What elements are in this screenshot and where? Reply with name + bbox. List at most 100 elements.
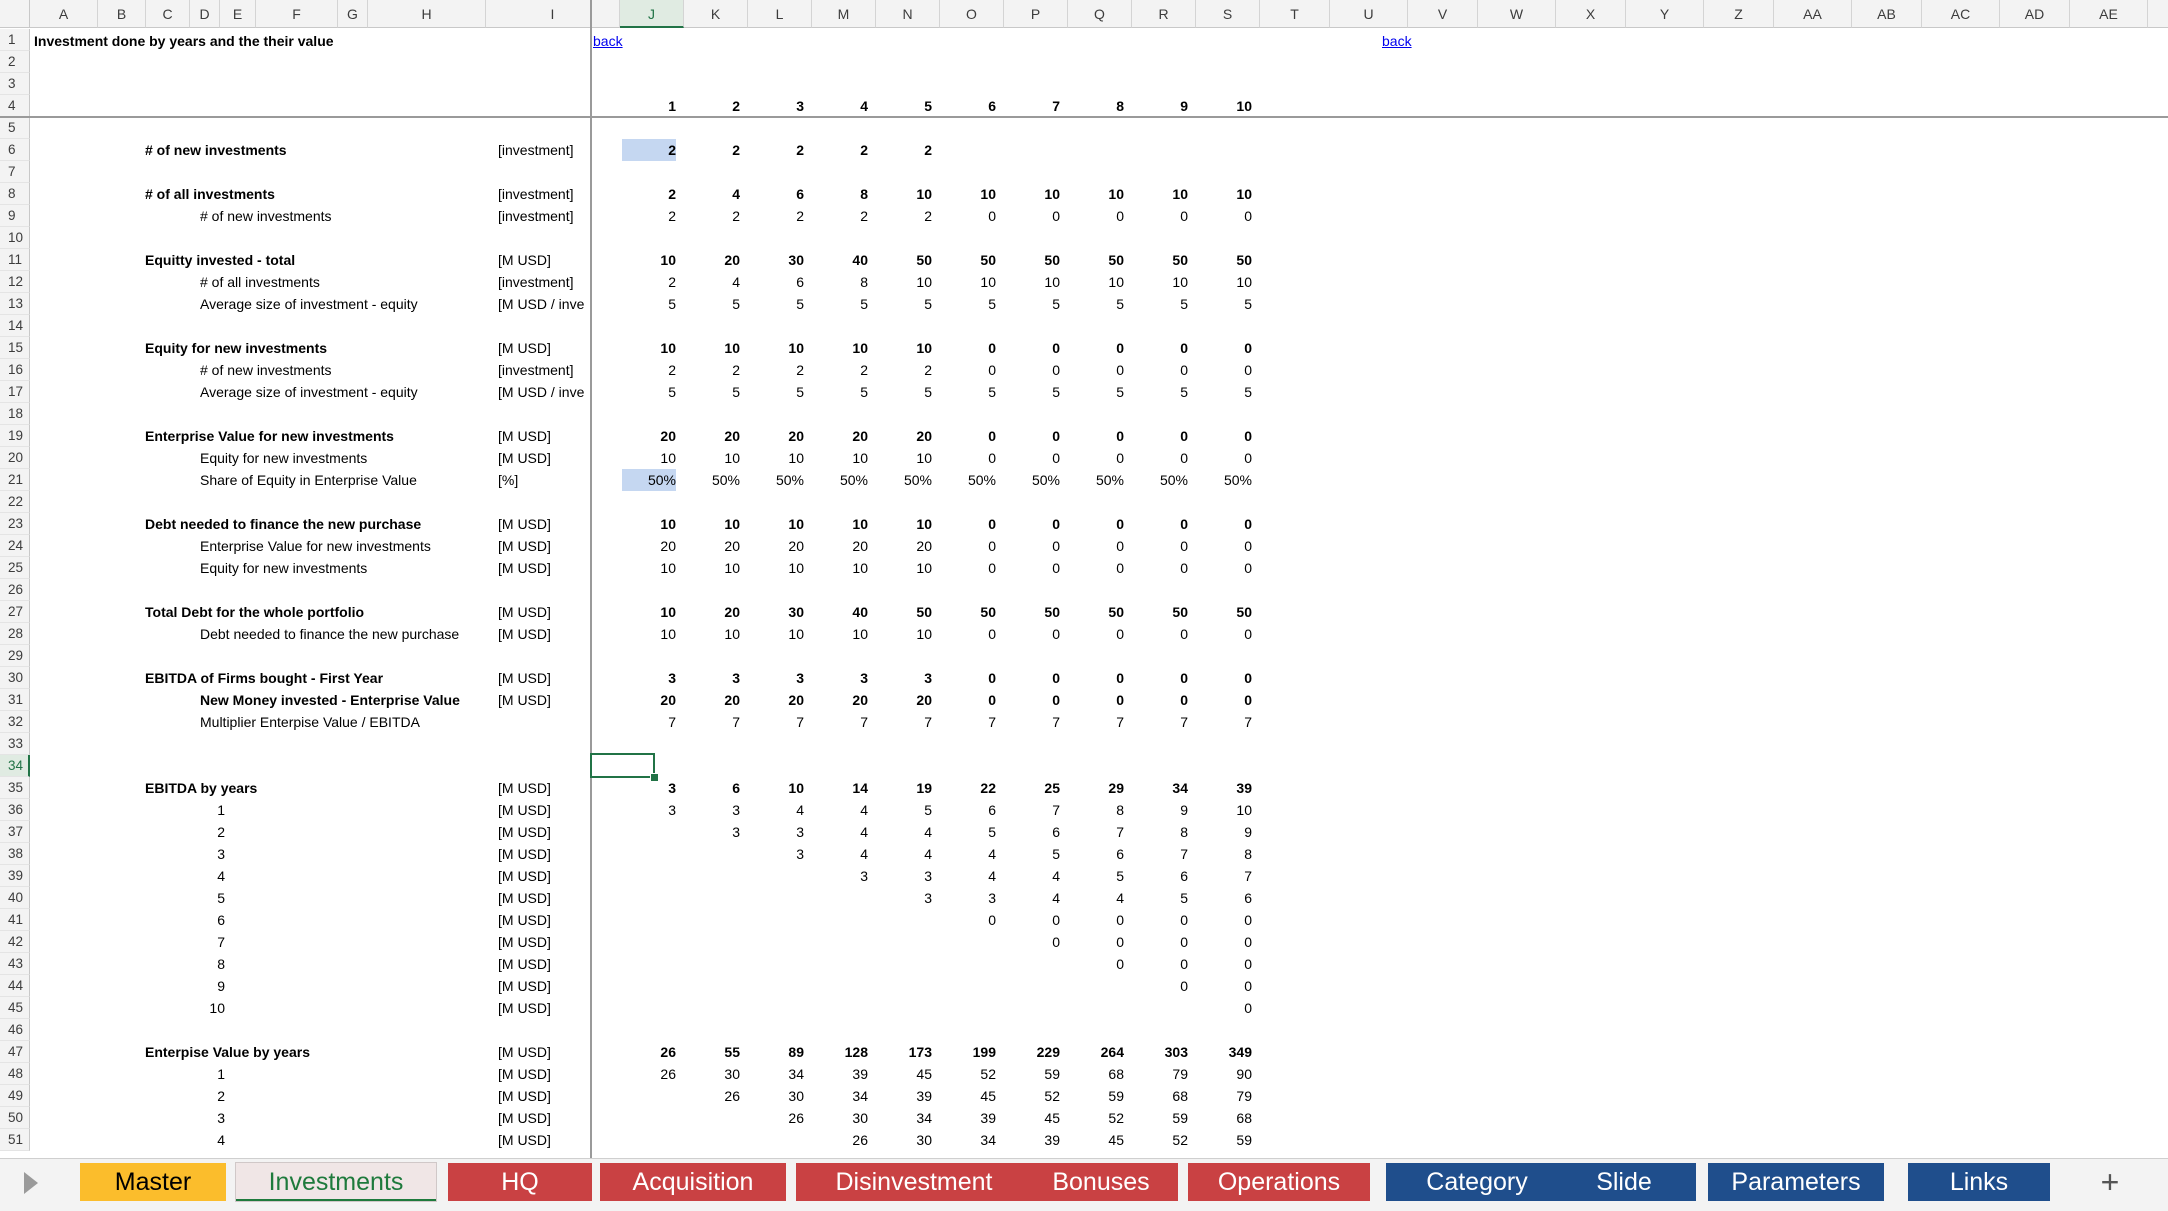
- cell-O24[interactable]: 0: [940, 535, 996, 557]
- cell-K8[interactable]: 4: [684, 183, 740, 205]
- cell-S43[interactable]: 0: [1196, 953, 1252, 975]
- row-header-32[interactable]: 32: [0, 711, 30, 733]
- column-header-X[interactable]: X: [1556, 0, 1626, 28]
- cell-O32[interactable]: 7: [940, 711, 996, 733]
- cell-L21[interactable]: 50%: [748, 469, 804, 491]
- cell-M28[interactable]: 10: [812, 623, 868, 645]
- column-header-W[interactable]: W: [1478, 0, 1556, 28]
- cell-K23[interactable]: 10: [684, 513, 740, 535]
- cell-N11[interactable]: 50: [876, 249, 932, 271]
- cell-K24[interactable]: 20: [684, 535, 740, 557]
- cell-S11[interactable]: 50: [1196, 249, 1252, 271]
- cell-M17[interactable]: 5: [812, 381, 868, 403]
- cell-S27[interactable]: 50: [1196, 601, 1252, 623]
- sheet-tab-disinvestment[interactable]: Disinvestment: [796, 1163, 1032, 1201]
- cell-K6[interactable]: 2: [684, 139, 740, 161]
- row-header-48[interactable]: 48: [0, 1063, 30, 1085]
- cell-O35[interactable]: 22: [940, 777, 996, 799]
- row-header-33[interactable]: 33: [0, 733, 30, 755]
- cell-S32[interactable]: 7: [1196, 711, 1252, 733]
- back-link-right[interactable]: back: [1382, 30, 1442, 52]
- cell-K13[interactable]: 5: [684, 293, 740, 315]
- cell-O17[interactable]: 5: [940, 381, 996, 403]
- column-header-K[interactable]: K: [684, 0, 748, 28]
- cell-N47[interactable]: 173: [876, 1041, 932, 1063]
- cell-J27[interactable]: 10: [620, 601, 676, 623]
- sheet-tab-master[interactable]: Master: [80, 1163, 226, 1201]
- cell-Q11[interactable]: 50: [1068, 249, 1124, 271]
- add-sheet-button[interactable]: +: [2080, 1163, 2140, 1201]
- cell-S9[interactable]: 0: [1196, 205, 1252, 227]
- cell-M19[interactable]: 20: [812, 425, 868, 447]
- row-header-39[interactable]: 39: [0, 865, 30, 887]
- cell-Q39[interactable]: 5: [1068, 865, 1124, 887]
- cell-L16[interactable]: 2: [748, 359, 804, 381]
- column-header-Q[interactable]: Q: [1068, 0, 1132, 28]
- cell-S38[interactable]: 8: [1196, 843, 1252, 865]
- column-header-C[interactable]: C: [146, 0, 190, 28]
- cell-O11[interactable]: 50: [940, 249, 996, 271]
- cell-J12[interactable]: 2: [620, 271, 676, 293]
- cell-M24[interactable]: 20: [812, 535, 868, 557]
- row-header-23[interactable]: 23: [0, 513, 30, 535]
- cell-R9[interactable]: 0: [1132, 205, 1188, 227]
- cell-N20[interactable]: 10: [876, 447, 932, 469]
- cell-J20[interactable]: 10: [620, 447, 676, 469]
- cell-J35[interactable]: 3: [620, 777, 676, 799]
- cell-S30[interactable]: 0: [1196, 667, 1252, 689]
- cell-R43[interactable]: 0: [1132, 953, 1188, 975]
- cell-K19[interactable]: 20: [684, 425, 740, 447]
- cell-M25[interactable]: 10: [812, 557, 868, 579]
- cell-J32[interactable]: 7: [620, 711, 676, 733]
- cell-O23[interactable]: 0: [940, 513, 996, 535]
- cell-S42[interactable]: 0: [1196, 931, 1252, 953]
- cell-P17[interactable]: 5: [1004, 381, 1060, 403]
- cell-J28[interactable]: 10: [620, 623, 676, 645]
- cell-L15[interactable]: 10: [748, 337, 804, 359]
- sheet-tab-links[interactable]: Links: [1908, 1163, 2050, 1201]
- cell-S31[interactable]: 0: [1196, 689, 1252, 711]
- column-header-P[interactable]: P: [1004, 0, 1068, 28]
- column-header-H[interactable]: H: [368, 0, 486, 28]
- cell-K36[interactable]: 3: [684, 799, 740, 821]
- cell-L47[interactable]: 89: [748, 1041, 804, 1063]
- cell-Q31[interactable]: 0: [1068, 689, 1124, 711]
- cell-R25[interactable]: 0: [1132, 557, 1188, 579]
- cell-O28[interactable]: 0: [940, 623, 996, 645]
- cell-S47[interactable]: 349: [1196, 1041, 1252, 1063]
- cell-S21[interactable]: 50%: [1196, 469, 1252, 491]
- cell-N38[interactable]: 4: [876, 843, 932, 865]
- column-header-B[interactable]: B: [98, 0, 146, 28]
- cell-Q16[interactable]: 0: [1068, 359, 1124, 381]
- cell-M32[interactable]: 7: [812, 711, 868, 733]
- row-header-22[interactable]: 22: [0, 491, 30, 513]
- cell-J16[interactable]: 2: [620, 359, 676, 381]
- cell-M30[interactable]: 3: [812, 667, 868, 689]
- cell-M8[interactable]: 8: [812, 183, 868, 205]
- cell-N35[interactable]: 19: [876, 777, 932, 799]
- cell-J15[interactable]: 10: [620, 337, 676, 359]
- cell-R40[interactable]: 5: [1132, 887, 1188, 909]
- cell-S28[interactable]: 0: [1196, 623, 1252, 645]
- cell-O49[interactable]: 45: [940, 1085, 996, 1107]
- cell-Q42[interactable]: 0: [1068, 931, 1124, 953]
- cell-K27[interactable]: 20: [684, 601, 740, 623]
- column-header-AE[interactable]: AE: [2070, 0, 2148, 28]
- cell-P32[interactable]: 7: [1004, 711, 1060, 733]
- row-header-42[interactable]: 42: [0, 931, 30, 953]
- tab-scroll-right-icon[interactable]: [24, 1172, 38, 1194]
- cell-R23[interactable]: 0: [1132, 513, 1188, 535]
- cell-L48[interactable]: 34: [748, 1063, 804, 1085]
- cell-S16[interactable]: 0: [1196, 359, 1252, 381]
- cell-R17[interactable]: 5: [1132, 381, 1188, 403]
- cell-S39[interactable]: 7: [1196, 865, 1252, 887]
- cell-L38[interactable]: 3: [748, 843, 804, 865]
- cell-P41[interactable]: 0: [1004, 909, 1060, 931]
- row-header-47[interactable]: 47: [0, 1041, 30, 1063]
- cell-L20[interactable]: 10: [748, 447, 804, 469]
- cell-K35[interactable]: 6: [684, 777, 740, 799]
- cell-K17[interactable]: 5: [684, 381, 740, 403]
- cell-R42[interactable]: 0: [1132, 931, 1188, 953]
- cell-L30[interactable]: 3: [748, 667, 804, 689]
- cell-P40[interactable]: 4: [1004, 887, 1060, 909]
